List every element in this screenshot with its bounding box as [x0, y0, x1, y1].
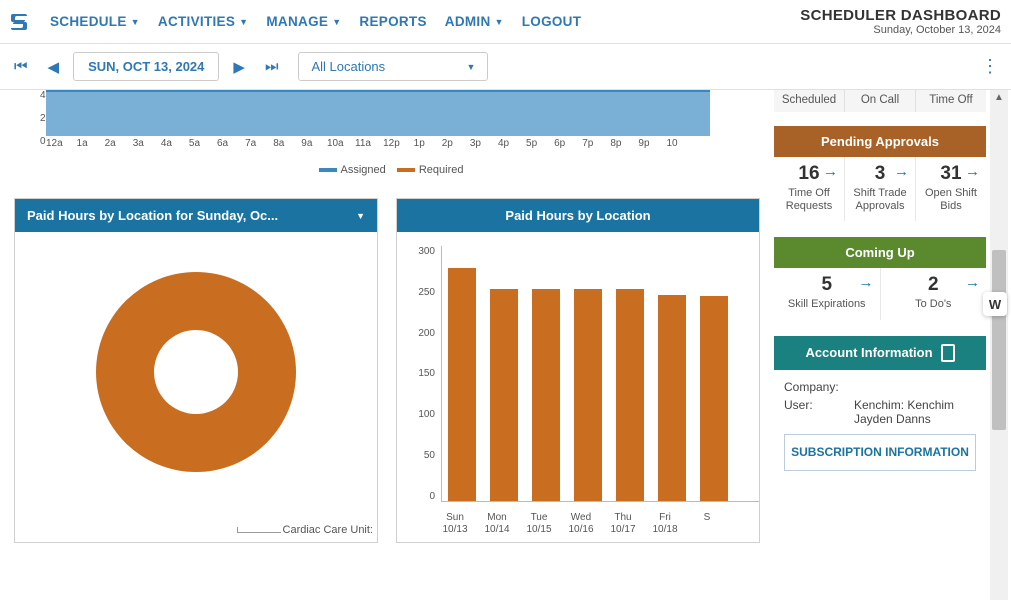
nav-reports[interactable]: REPORTS — [359, 14, 426, 29]
bar-x-label: Thu10/17 — [609, 512, 637, 536]
vertical-scrollbar[interactable]: ▲ — [990, 90, 1008, 600]
bar — [574, 289, 602, 501]
widget-badge-icon[interactable]: W — [983, 292, 1007, 316]
app-logo-icon — [6, 9, 32, 35]
arrow-right-icon[interactable]: → — [965, 163, 980, 180]
arrow-right-icon[interactable]: → — [823, 163, 838, 180]
hourly-x-axis: 12a1a2a3a4a5a6a7a8a9a10a11a12p1p2p3p4p5p… — [46, 138, 750, 149]
page-date: Sunday, October 13, 2024 — [800, 24, 1001, 36]
nav-logout[interactable]: LOGOUT — [522, 14, 582, 29]
coming-up-card: Coming Up 5 → Skill Expirations 2 → To D… — [774, 237, 986, 319]
y-tick: 0 — [40, 136, 46, 159]
card-title: Coming Up — [774, 237, 986, 268]
bar — [658, 295, 686, 502]
bar-x-label: Sun10/13 — [441, 512, 469, 536]
prev-icon[interactable]: ◀ — [42, 54, 66, 80]
arrow-right-icon[interactable]: → — [859, 274, 874, 291]
sidebar: Scheduled On Call Time Off Pending Appro… — [770, 90, 990, 600]
coming-todos[interactable]: 2 → To Do's — [881, 268, 987, 319]
pending-shift-trade[interactable]: 3 → Shift Trade Approvals — [845, 157, 916, 221]
arrow-right-icon[interactable]: → — [965, 274, 980, 291]
caret-down-icon: ▼ — [131, 17, 140, 27]
bar — [700, 296, 728, 501]
donut-legend: Cardiac Care Unit: — [237, 524, 373, 536]
first-page-icon[interactable]: ⏮ — [8, 54, 34, 79]
paid-hours-bar-panel: Paid Hours by Location ▼ 300250200150100… — [396, 198, 760, 543]
panel-title: Paid Hours by Location — [505, 208, 650, 223]
donut-chart — [96, 272, 296, 472]
account-user-val: Kenchim: Kenchim Jayden Danns — [854, 398, 976, 426]
caret-down-icon: ▼ — [495, 17, 504, 27]
nav-manage[interactable]: MANAGE▼ — [266, 14, 341, 29]
legend-swatch-required — [397, 168, 415, 172]
panel-header[interactable]: Paid Hours by Location ▼ — [397, 199, 759, 232]
summary-tabs: Scheduled On Call Time Off — [774, 90, 986, 112]
bar-x-label: Wed10/16 — [567, 512, 595, 536]
bar — [490, 289, 518, 501]
date-toolbar: ⏮ ◀ SUN, OCT 13, 2024 ▶ ⏭ All Locations … — [0, 44, 1011, 90]
bar-y-axis: 300250200150100500 — [405, 246, 435, 502]
scroll-thumb[interactable] — [992, 250, 1006, 430]
panel-header[interactable]: Paid Hours by Location for Sunday, Oc...… — [15, 199, 377, 232]
arrow-right-icon[interactable]: → — [894, 163, 909, 180]
tab-time-off[interactable]: Time Off — [916, 90, 986, 112]
subscription-info-button[interactable]: SUBSCRIPTION INFORMATION — [784, 434, 976, 472]
bar-plot-area — [441, 246, 759, 502]
nav-admin[interactable]: ADMIN▼ — [445, 14, 504, 29]
y-tick: 2 — [40, 113, 46, 136]
location-label: All Locations — [311, 59, 385, 74]
location-dropdown[interactable]: All Locations ▼ — [298, 52, 488, 81]
date-picker[interactable]: SUN, OCT 13, 2024 — [73, 52, 219, 81]
account-company-key: Company: — [784, 380, 854, 394]
caret-down-icon: ▼ — [356, 211, 365, 221]
bar — [448, 268, 476, 501]
paid-hours-donut-panel: Paid Hours by Location for Sunday, Oc...… — [14, 198, 378, 543]
scroll-up-icon[interactable]: ▲ — [994, 92, 1004, 103]
coming-skill-expirations[interactable]: 5 → Skill Expirations — [774, 268, 881, 319]
panel-title: Paid Hours by Location for Sunday, Oc... — [27, 208, 278, 223]
account-user-key: User: — [784, 398, 854, 426]
page-title: SCHEDULER DASHBOARD — [800, 7, 1001, 24]
account-company-val — [854, 380, 976, 394]
pending-open-shift-bids[interactable]: 31 → Open Shift Bids — [916, 157, 986, 221]
nav-schedule[interactable]: SCHEDULE▼ — [50, 14, 140, 29]
bar-x-label: Fri10/18 — [651, 512, 679, 536]
pending-approvals-card: Pending Approvals 16 → Time Off Requests… — [774, 126, 986, 221]
main-content: 4 2 0 12a1a2a3a4a5a6a7a8a9a10a11a12p1p2p… — [0, 90, 770, 600]
tab-scheduled[interactable]: Scheduled — [774, 90, 845, 112]
pending-time-off[interactable]: 16 → Time Off Requests — [774, 157, 845, 221]
hourly-legend: Assigned Required — [14, 164, 760, 176]
tab-on-call[interactable]: On Call — [845, 90, 916, 112]
nav-activities[interactable]: ACTIVITIES▼ — [158, 14, 248, 29]
next-icon[interactable]: ▶ — [227, 54, 251, 80]
more-options-icon[interactable]: ⋮ — [981, 56, 999, 77]
legend-swatch-assigned — [319, 168, 337, 172]
card-title: Pending Approvals — [774, 126, 986, 157]
caret-down-icon: ▼ — [467, 62, 476, 72]
hourly-chart-area — [46, 90, 710, 136]
y-tick: 4 — [40, 90, 46, 113]
bar — [616, 289, 644, 501]
last-page-icon[interactable]: ⏭ — [259, 54, 285, 79]
top-navbar: SCHEDULE▼ ACTIVITIES▼ MANAGE▼ REPORTS AD… — [0, 0, 1011, 44]
hourly-chart: 4 2 0 12a1a2a3a4a5a6a7a8a9a10a11a12p1p2p… — [14, 90, 760, 180]
account-info-card: Account Information Company: User:Kenchi… — [774, 336, 986, 472]
caret-down-icon: ▼ — [239, 17, 248, 27]
bar — [532, 289, 560, 501]
bar-x-axis: Sun10/13 Mon10/14 Tue10/15 Wed10/16 Thu10/17… — [441, 512, 759, 536]
bar-x-label: S — [693, 512, 721, 536]
bar-x-label: Tue10/15 — [525, 512, 553, 536]
caret-down-icon: ▼ — [332, 17, 341, 27]
phone-icon — [941, 344, 955, 362]
card-title: Account Information — [774, 336, 986, 370]
bar-x-label: Mon10/14 — [483, 512, 511, 536]
